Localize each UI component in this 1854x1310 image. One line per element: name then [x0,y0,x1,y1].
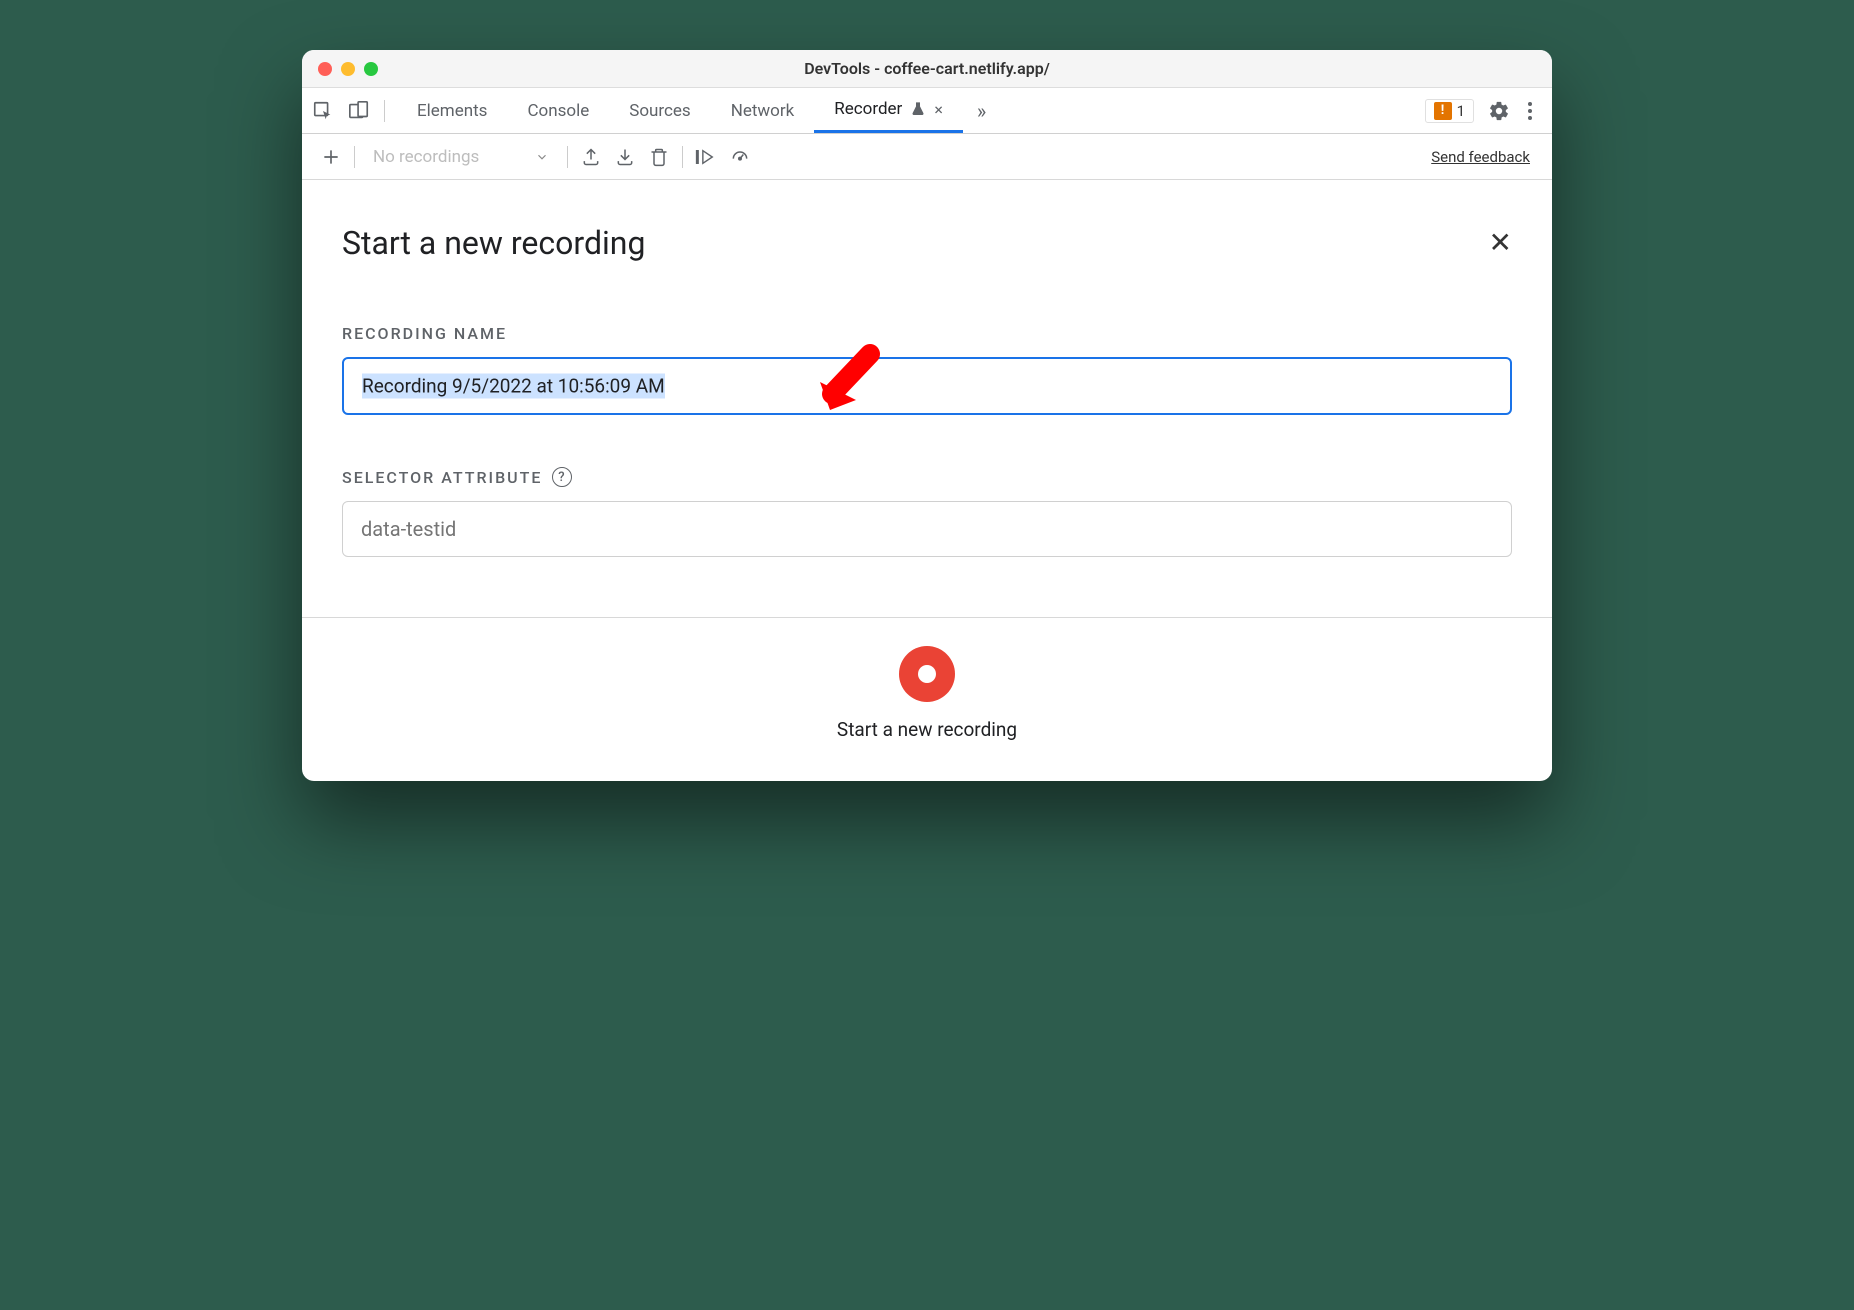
settings-button[interactable] [1488,100,1510,122]
divider [354,146,355,168]
help-icon[interactable]: ? [552,467,572,487]
titlebar: DevTools - coffee-cart.netlify.app/ [302,50,1552,88]
tab-label: Network [731,101,795,121]
trash-icon [649,147,669,167]
divider [384,100,385,122]
selector-label-text: SELECTOR ATTRIBUTE [342,468,542,487]
selector-attribute-label: SELECTOR ATTRIBUTE ? [342,467,1512,487]
selector-attribute-input[interactable] [342,501,1512,557]
window-close-button[interactable] [318,62,332,76]
export-button[interactable] [574,140,608,174]
window-maximize-button[interactable] [364,62,378,76]
footer: Start a new recording [302,618,1552,781]
more-options-button[interactable] [1524,102,1536,120]
add-recording-button[interactable] [314,140,348,174]
recording-name-input[interactable] [342,357,1512,415]
import-button[interactable] [608,140,642,174]
recording-name-label: RECORDING NAME [342,324,1512,343]
upload-icon [581,147,601,167]
device-toolbar-icon[interactable] [348,100,370,122]
start-recording-label: Start a new recording [837,718,1017,741]
tab-label: Recorder [834,99,902,119]
speed-icon [729,147,751,167]
tab-label: Elements [417,101,487,121]
errors-count: 1 [1457,102,1465,120]
tab-sources[interactable]: Sources [609,88,710,133]
tab-label: Sources [629,101,690,121]
devtools-tabbar: Elements Console Sources Network Recorde… [302,88,1552,134]
tab-recorder[interactable]: Recorder × [814,88,963,133]
start-recording-button[interactable] [899,646,955,702]
traffic-lights [318,62,378,76]
replay-button[interactable] [689,140,723,174]
record-icon [918,665,936,683]
tab-label: Console [527,101,589,121]
window-minimize-button[interactable] [341,62,355,76]
step-play-icon [695,147,717,167]
divider [682,146,683,168]
tab-console[interactable]: Console [507,88,609,133]
gear-icon [1488,100,1510,122]
devtools-window: DevTools - coffee-cart.netlify.app/ Elem… [302,50,1552,781]
recorder-toolbar: No recordings Send feedback [302,134,1552,180]
inspect-element-icon[interactable] [312,100,334,122]
download-icon [615,147,635,167]
errors-badge[interactable]: ! 1 [1425,99,1474,123]
dropdown-label: No recordings [373,147,479,167]
divider [567,146,568,168]
replay-settings-button[interactable] [723,140,757,174]
delete-button[interactable] [642,140,676,174]
tab-network[interactable]: Network [711,88,815,133]
chevron-down-icon [535,150,549,164]
send-feedback-link[interactable]: Send feedback [1431,148,1540,166]
page-title: Start a new recording [342,224,645,262]
flask-icon [910,101,926,117]
close-panel-button[interactable]: ✕ [1489,229,1512,257]
close-tab-icon[interactable]: × [934,100,943,119]
recorder-panel: Start a new recording ✕ RECORDING NAME R… [302,180,1552,618]
more-tabs-button[interactable]: » [963,88,1000,133]
tab-elements[interactable]: Elements [397,88,507,133]
window-title: DevTools - coffee-cart.netlify.app/ [804,59,1050,78]
warning-icon: ! [1434,102,1452,120]
recordings-dropdown[interactable]: No recordings [361,147,561,167]
